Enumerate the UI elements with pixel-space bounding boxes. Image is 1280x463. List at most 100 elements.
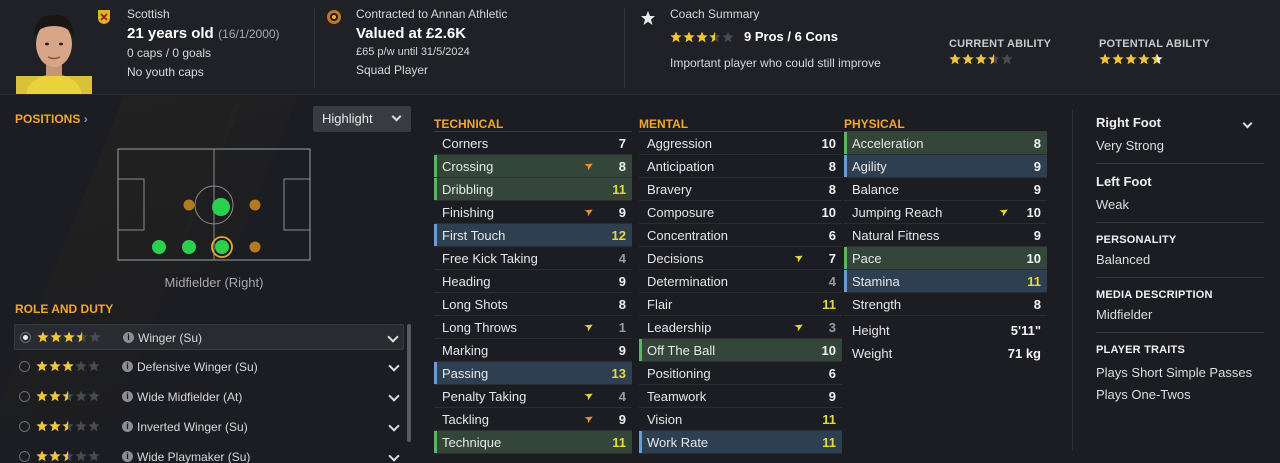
attribute-row[interactable]: Long Throws ➤ 1 bbox=[434, 316, 632, 339]
rating-star-icon bbox=[1099, 53, 1111, 65]
role-radio[interactable] bbox=[19, 391, 30, 402]
info-icon[interactable]: i bbox=[123, 332, 134, 343]
personality-label: PERSONALITY bbox=[1096, 234, 1177, 246]
divider bbox=[1096, 163, 1264, 164]
attribute-value: 11 bbox=[612, 182, 626, 197]
rating-star-icon bbox=[49, 420, 61, 432]
attribute-row[interactable]: Pace 10 bbox=[844, 247, 1047, 270]
role-option[interactable]: i Defensive Winger (Su) bbox=[14, 354, 404, 380]
attribute-row[interactable]: Jumping Reach ➤ 10 bbox=[844, 201, 1047, 224]
role-option[interactable]: i Inverted Winger (Su) bbox=[14, 414, 404, 440]
chevron-down-icon[interactable] bbox=[387, 331, 399, 343]
role-label: Defensive Winger (Su) bbox=[137, 360, 258, 374]
divider bbox=[624, 8, 625, 88]
mental-attributes: Aggression 10 Anticipation 8 Bravery 8 Composu… bbox=[639, 132, 842, 454]
attribute-name: Pace bbox=[852, 251, 882, 266]
coach-summary-section: Coach Summary 9 Pros / 6 Cons Important … bbox=[638, 0, 1278, 95]
attribute-row[interactable]: Free Kick Taking 4 bbox=[434, 247, 632, 270]
club-crest-icon[interactable] bbox=[326, 9, 342, 25]
attribute-row[interactable]: Bravery 8 bbox=[639, 178, 842, 201]
rating-star-icon bbox=[36, 420, 48, 432]
positions-title[interactable]: POSITIONS › bbox=[15, 112, 88, 126]
attribute-row[interactable]: Concentration 6 bbox=[639, 224, 842, 247]
attribute-row[interactable]: Penalty Taking ➤ 4 bbox=[434, 385, 632, 408]
attribute-row[interactable]: Finishing ➤ 9 bbox=[434, 201, 632, 224]
attribute-name: Dribbling bbox=[442, 182, 494, 197]
squad-status: Squad Player bbox=[356, 63, 429, 77]
rating-star-icon bbox=[62, 450, 74, 462]
attribute-value: 3 bbox=[828, 320, 836, 335]
attribute-value: 10 bbox=[821, 205, 836, 220]
role-option[interactable]: i Winger (Su) bbox=[14, 324, 404, 350]
role-option[interactable]: i Wide Midfielder (At) bbox=[14, 384, 404, 410]
attribute-row[interactable]: Stamina 11 bbox=[844, 270, 1047, 293]
position-dot bbox=[183, 199, 195, 211]
attribute-row[interactable]: Dribbling 11 bbox=[434, 178, 632, 201]
attribute-name: Teamwork bbox=[647, 389, 707, 404]
attribute-row[interactable]: Long Shots 8 bbox=[434, 293, 632, 316]
role-radio[interactable] bbox=[19, 361, 30, 372]
pitch-diagram bbox=[117, 148, 311, 261]
attribute-row[interactable]: Aggression 10 bbox=[639, 132, 842, 155]
contract-club[interactable]: Contracted to Annan Athletic bbox=[356, 7, 507, 21]
date-of-birth: (16/1/2000) bbox=[218, 27, 280, 41]
attribute-name: Heading bbox=[442, 274, 491, 289]
position-name: Midfielder (Right) bbox=[164, 275, 264, 290]
attribute-row[interactable]: Natural Fitness 9 bbox=[844, 224, 1047, 247]
pros-cons[interactable]: 9 Pros / 6 Cons bbox=[744, 29, 838, 44]
attribute-row[interactable]: Anticipation 8 bbox=[639, 155, 842, 178]
attribute-row[interactable]: Off The Ball 10 bbox=[639, 339, 842, 362]
attribute-value: 9 bbox=[618, 205, 626, 220]
highlight-label: Highlight bbox=[322, 111, 373, 126]
divider bbox=[1096, 332, 1264, 333]
attribute-row[interactable]: Determination 4 bbox=[639, 270, 842, 293]
attribute-row[interactable]: Heading 9 bbox=[434, 270, 632, 293]
attribute-row[interactable]: Corners 7 bbox=[434, 132, 632, 155]
attribute-row[interactable]: Leadership ➤ 3 bbox=[639, 316, 842, 339]
position-dot bbox=[152, 240, 166, 254]
attribute-row[interactable]: Decisions ➤ 7 bbox=[639, 247, 842, 270]
attribute-row[interactable]: Composure 10 bbox=[639, 201, 842, 224]
coach-summary-label[interactable]: Coach Summary bbox=[670, 7, 759, 21]
attribute-row[interactable]: Teamwork 9 bbox=[639, 385, 842, 408]
role-option[interactable]: i Wide Playmaker (Su) bbox=[14, 444, 404, 463]
chevron-down-icon[interactable] bbox=[388, 420, 400, 432]
highlight-dropdown[interactable]: Highlight bbox=[313, 106, 411, 132]
attribute-row[interactable]: Work Rate 11 bbox=[639, 431, 842, 454]
attribute-row[interactable]: Strength 8 bbox=[844, 293, 1047, 316]
attribute-trend-icon: ➤ bbox=[582, 158, 597, 174]
attribute-row[interactable]: Tackling ➤ 9 bbox=[434, 408, 632, 431]
attribute-trend-icon: ➤ bbox=[582, 388, 597, 404]
attribute-row[interactable]: Marking 9 bbox=[434, 339, 632, 362]
attribute-name: Agility bbox=[852, 159, 887, 174]
attribute-value: 4 bbox=[828, 274, 836, 289]
attribute-row[interactable]: Crossing ➤ 8 bbox=[434, 155, 632, 178]
role-list-scrollbar[interactable] bbox=[407, 324, 411, 442]
attribute-row[interactable]: Acceleration 8 bbox=[844, 132, 1047, 155]
chevron-down-icon[interactable] bbox=[388, 390, 400, 402]
attribute-row[interactable]: Flair 11 bbox=[639, 293, 842, 316]
info-icon[interactable]: i bbox=[122, 451, 133, 462]
attribute-row[interactable]: Positioning 6 bbox=[639, 362, 842, 385]
chevron-down-icon[interactable] bbox=[1242, 118, 1253, 129]
attribute-name: Work Rate bbox=[647, 435, 709, 450]
attribute-row[interactable]: Agility 9 bbox=[844, 155, 1047, 178]
media-description-value: Midfielder bbox=[1096, 307, 1153, 322]
role-radio[interactable] bbox=[20, 332, 31, 343]
chevron-down-icon[interactable] bbox=[388, 450, 400, 462]
attribute-row[interactable]: Passing 13 bbox=[434, 362, 632, 385]
attribute-row[interactable]: Vision 11 bbox=[639, 408, 842, 431]
chevron-down-icon[interactable] bbox=[388, 360, 400, 372]
role-radio[interactable] bbox=[19, 451, 30, 462]
info-icon[interactable]: i bbox=[122, 361, 133, 372]
attribute-value: 9 bbox=[1033, 182, 1041, 197]
info-icon[interactable]: i bbox=[122, 421, 133, 432]
role-radio[interactable] bbox=[19, 421, 30, 432]
info-icon[interactable]: i bbox=[122, 391, 133, 402]
attribute-row[interactable]: Balance 9 bbox=[844, 178, 1047, 201]
attribute-value: 4 bbox=[618, 251, 626, 266]
attribute-row[interactable]: Technique 11 bbox=[434, 431, 632, 454]
attribute-row[interactable]: First Touch 12 bbox=[434, 224, 632, 247]
attribute-name: Long Shots bbox=[442, 297, 508, 312]
rating-star-icon bbox=[949, 53, 961, 65]
